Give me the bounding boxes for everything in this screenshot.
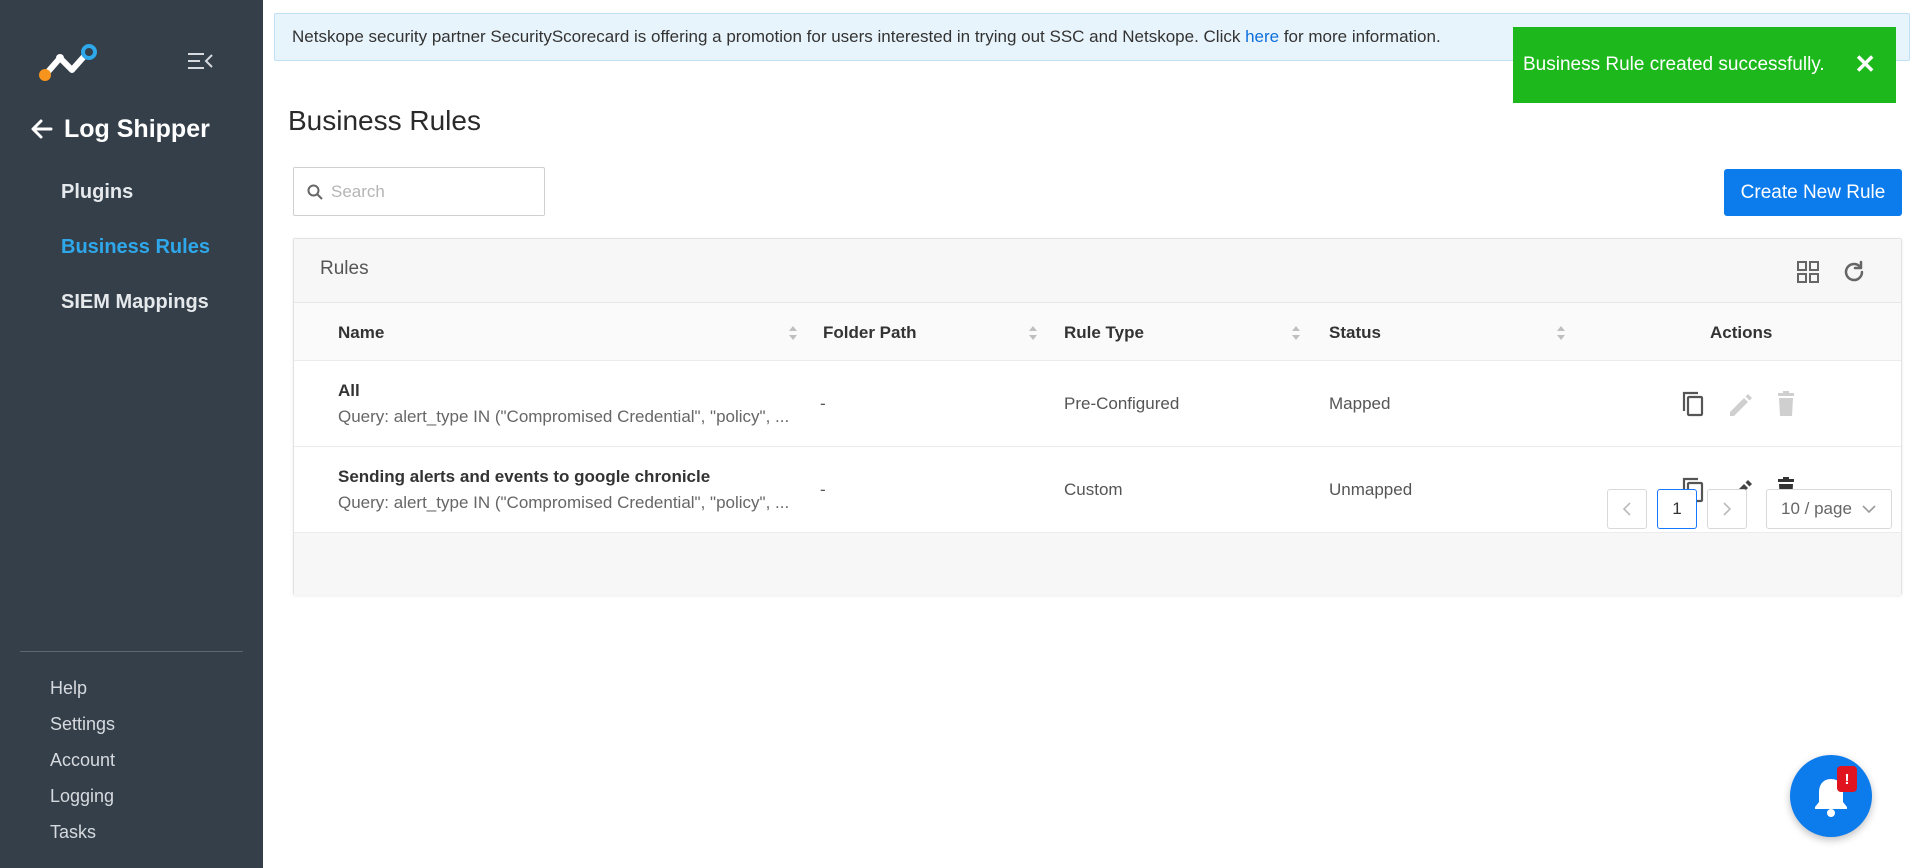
search-box[interactable] [293, 167, 545, 216]
create-new-rule-button[interactable]: Create New Rule [1724, 169, 1902, 216]
sidebar-item-business-rules[interactable]: Business Rules [61, 236, 210, 259]
success-toast: Business Rule created successfully. ✕ [1513, 27, 1896, 103]
rules-card: Rules Name Folder Path Rule Type Status … [293, 238, 1902, 595]
banner-link[interactable]: here [1245, 27, 1279, 46]
sidebar-link-tasks[interactable]: Tasks [50, 822, 96, 843]
sidebar-link-help[interactable]: Help [50, 678, 87, 699]
chevron-right-icon [1723, 502, 1732, 516]
card-header: Rules [294, 239, 1901, 303]
banner-text-before: Netskope security partner SecurityScorec… [292, 27, 1246, 46]
column-header-status[interactable]: Status [1329, 323, 1381, 343]
netskope-logo-icon[interactable] [38, 44, 100, 82]
chevron-down-icon [1862, 505, 1876, 514]
search-icon [307, 184, 323, 200]
grid-view-icon[interactable] [1795, 259, 1821, 285]
rule-name: All [338, 381, 360, 400]
page-number[interactable]: 1 [1657, 489, 1697, 529]
page-size-value: 10 / page [1781, 499, 1852, 518]
sidebar-link-account[interactable]: Account [50, 750, 115, 771]
rule-folder-path: - [820, 394, 826, 413]
rule-folder-path: - [820, 480, 826, 499]
sidebar-item-siem-mappings[interactable]: SIEM Mappings [61, 291, 209, 314]
toast-message: Business Rule created successfully. [1523, 54, 1825, 75]
chevron-left-icon [1622, 502, 1631, 516]
prev-page-button[interactable] [1607, 489, 1647, 529]
column-header-rule-type[interactable]: Rule Type [1064, 323, 1144, 343]
rule-status: Mapped [1329, 394, 1391, 413]
sort-icon[interactable] [1028, 325, 1038, 341]
column-header-folder-path[interactable]: Folder Path [823, 323, 917, 343]
page-title: Business Rules [288, 105, 481, 136]
table-header: Name Folder Path Rule Type Status Action… [294, 303, 1901, 361]
sidebar-item-plugins[interactable]: Plugins [61, 181, 133, 204]
sidebar: Log Shipper Plugins Business Rules SIEM … [0, 0, 263, 868]
notification-badge: ! [1837, 766, 1857, 792]
refresh-icon[interactable] [1841, 259, 1867, 285]
delete-icon [1772, 389, 1800, 419]
sidebar-divider [20, 651, 243, 652]
copy-icon[interactable] [1679, 389, 1707, 419]
column-header-actions: Actions [1710, 323, 1773, 342]
sort-icon[interactable] [788, 325, 798, 341]
rule-type: Pre-Configured [1064, 394, 1180, 413]
table-row: All Query: alert_type IN ("Compromised C… [294, 361, 1901, 447]
section-title: Log Shipper [64, 114, 210, 143]
sort-icon[interactable] [1556, 325, 1566, 341]
edit-icon [1726, 389, 1754, 419]
sort-icon[interactable] [1291, 325, 1301, 341]
close-icon[interactable]: ✕ [1854, 51, 1876, 77]
rule-status: Unmapped [1329, 480, 1413, 499]
arrow-left-icon [31, 119, 53, 139]
next-page-button[interactable] [1707, 489, 1747, 529]
sidebar-link-settings[interactable]: Settings [50, 714, 115, 735]
notifications-button[interactable] [1790, 755, 1872, 837]
page-size-select[interactable]: 10 / page [1766, 489, 1892, 529]
rule-query: Query: alert_type IN ("Compromised Crede… [338, 493, 790, 512]
rule-query: Query: alert_type IN ("Compromised Crede… [338, 407, 790, 426]
sidebar-link-logging[interactable]: Logging [50, 786, 114, 807]
search-input[interactable] [331, 181, 531, 202]
card-title: Rules [320, 258, 369, 279]
column-header-name[interactable]: Name [338, 323, 384, 343]
rule-name: Sending alerts and events to google chro… [338, 467, 711, 486]
table-footer [294, 533, 1901, 595]
back-to-log-shipper[interactable]: Log Shipper [30, 114, 210, 144]
banner-text-after: for more information. [1279, 27, 1441, 46]
collapse-sidebar-icon[interactable] [186, 49, 214, 73]
rule-type: Custom [1064, 480, 1123, 499]
